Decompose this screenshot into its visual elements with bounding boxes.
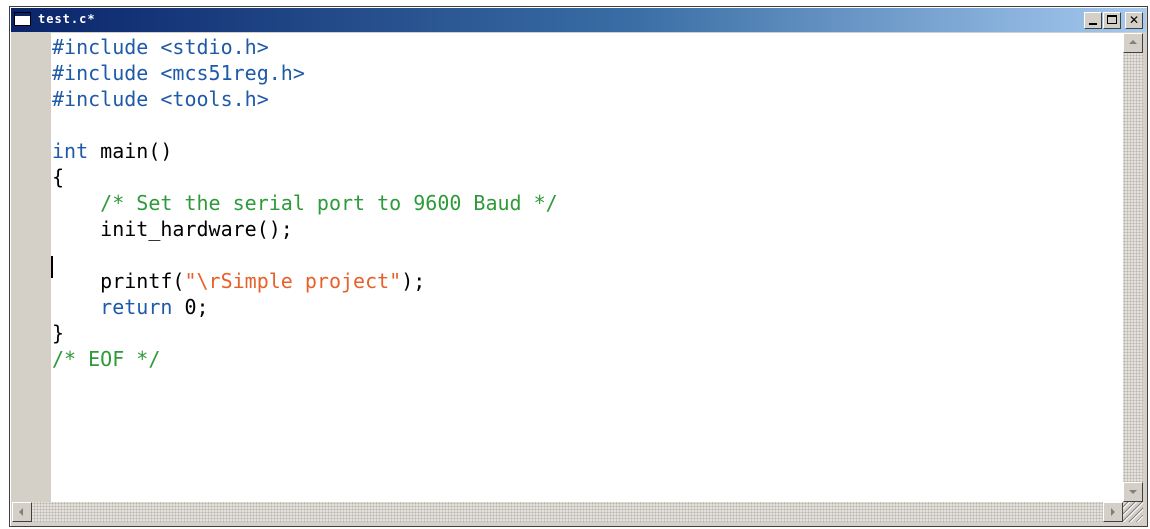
minimize-button[interactable]	[1084, 12, 1102, 29]
minimize-icon	[1089, 23, 1097, 25]
scroll-right-button[interactable]	[1103, 502, 1123, 522]
code-token-keyword: #include <stdio.h>	[52, 35, 269, 59]
code-line: #include <tools.h>	[52, 86, 269, 112]
code-token-string: "\rSimple project"	[184, 269, 402, 293]
scroll-down-button[interactable]	[1123, 482, 1143, 502]
resize-grip-icon[interactable]	[1123, 502, 1143, 522]
code-line: printf("\rSimple project");	[52, 268, 425, 294]
window-title: test.c*	[38, 12, 96, 26]
scroll-left-button[interactable]	[12, 502, 32, 522]
code-line: #include <mcs51reg.h>	[52, 60, 305, 86]
code-token-plain: main()	[88, 139, 173, 163]
editor-gutter[interactable]	[12, 33, 51, 502]
document-icon[interactable]	[14, 12, 31, 26]
code-editor[interactable]: #include <stdio.h> #include <mcs51reg.h> #…	[51, 33, 1123, 502]
editor-client-area: #include <stdio.h> #include <mcs51reg.h> #…	[12, 33, 1145, 524]
arrow-left-icon	[19, 508, 23, 516]
code-token-plain: printf(	[52, 269, 185, 293]
code-token-keyword: #include <tools.h>	[52, 87, 269, 111]
code-token-plain: {	[52, 165, 65, 189]
close-button[interactable]: ✕	[1125, 12, 1143, 29]
code-line: #include <stdio.h>	[52, 34, 269, 60]
scroll-up-button[interactable]	[1123, 33, 1143, 53]
arrow-up-icon	[1129, 40, 1137, 44]
code-line: /* Set the serial port to 9600 Baud */	[52, 190, 558, 216]
title-bar[interactable]: test.c* ✕	[11, 8, 1146, 32]
horizontal-scrollbar[interactable]	[12, 502, 1123, 522]
code-token-plain: 0;	[172, 295, 209, 319]
code-line: /* EOF */	[52, 346, 160, 372]
maximize-button[interactable]	[1103, 12, 1121, 29]
close-icon: ✕	[1128, 13, 1140, 27]
editor-window: test.c* ✕ #include <stdio.h> #include <mc…	[9, 6, 1148, 527]
code-line: {	[52, 164, 64, 190]
arrow-right-icon	[1111, 508, 1115, 516]
code-token-keyword: return	[100, 295, 173, 319]
code-token-comment: /* EOF */	[52, 347, 161, 371]
code-token-plain: init_hardware();	[52, 217, 293, 241]
code-line: int main()	[52, 138, 172, 164]
code-line: }	[52, 320, 64, 346]
code-token-keyword: int	[52, 139, 89, 163]
code-line: return 0;	[52, 294, 209, 320]
maximize-icon	[1107, 15, 1117, 24]
code-token-plain: );	[401, 269, 426, 293]
code-line: init_hardware();	[52, 216, 293, 242]
code-token-plain: }	[52, 321, 65, 345]
arrow-down-icon	[1129, 490, 1137, 494]
code-token-comment: /* Set the serial port to 9600 Baud */	[52, 191, 558, 215]
code-token-keyword: #include <mcs51reg.h>	[52, 61, 305, 85]
vertical-scrollbar[interactable]	[1123, 33, 1143, 502]
